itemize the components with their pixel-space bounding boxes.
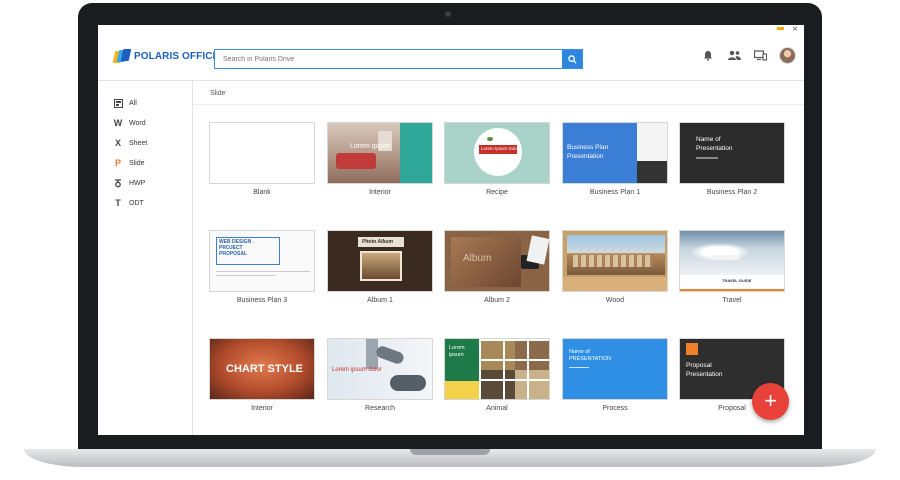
sidebar-item-odt[interactable]: T ODT	[113, 197, 144, 209]
sidebar-item-sheet[interactable]: X Sheet	[113, 137, 147, 149]
logo-text: POLARIS OFFICE	[134, 50, 220, 62]
template-card[interactable]: Blank	[209, 122, 315, 196]
app-logo[interactable]: POLARIS OFFICE	[112, 49, 220, 63]
sidebar-item-all[interactable]: All	[113, 97, 137, 109]
template-thumbnail	[209, 122, 315, 184]
thumb-text: Lorem Ipsum Dolor	[481, 146, 520, 151]
thumb-text: Lorem ipsum dolor	[332, 367, 382, 373]
template-thumbnail	[562, 230, 668, 292]
template-card[interactable]: WEB DESIGN PROJECT PROPOSAL Business Pla…	[209, 230, 315, 304]
template-thumbnail: TRAVEL GUIDE	[679, 230, 785, 292]
template-label: Research	[365, 405, 395, 412]
slide-icon: P	[114, 158, 121, 168]
template-label: Animal	[486, 405, 508, 412]
template-card[interactable]: Name of Presentation Business Plan 2	[679, 122, 785, 196]
template-label: Album 1	[367, 297, 393, 304]
template-thumbnail: Lorem Ipsum Dolor	[444, 122, 550, 184]
sidebar-item-hwp[interactable]: HWP	[113, 177, 145, 189]
add-button[interactable]: +	[752, 383, 789, 420]
template-label: Recipe	[486, 189, 508, 196]
sidebar-item-label: Sheet	[129, 139, 148, 147]
thumb-text: Business Plan Presentation	[567, 144, 609, 160]
thumb-text: Proposal Presentation	[686, 362, 723, 378]
breadcrumb: Slide	[193, 81, 804, 105]
search-icon	[567, 54, 577, 64]
thumb-text: Name of PRESENTATION	[569, 349, 611, 362]
template-card[interactable]: Wood	[562, 230, 668, 304]
template-thumbnail: Business Plan Presentation	[562, 122, 668, 184]
template-card[interactable]: Lorem Ipsum Dolor Recipe	[444, 122, 550, 196]
header-actions	[701, 47, 796, 64]
template-thumbnail: Photo Album	[327, 230, 433, 292]
template-card[interactable]: CHART STYLE Interior	[209, 338, 315, 412]
template-card[interactable]: Photo Album Album 1	[327, 230, 433, 304]
template-label: Wood	[605, 297, 625, 304]
template-thumbnail: CHART STYLE	[209, 338, 315, 400]
sidebar-item-slide[interactable]: P Slide	[113, 157, 145, 169]
sidebar-item-label: Slide	[129, 159, 145, 167]
word-icon: W	[113, 118, 123, 128]
bell-icon[interactable]	[701, 49, 715, 63]
odt-icon: T	[115, 198, 121, 208]
template-label: Travel	[722, 297, 742, 304]
webcam	[445, 11, 451, 17]
search-input[interactable]	[215, 50, 562, 68]
thumb-text: Name of Presentation	[696, 136, 733, 152]
all-docs-icon	[113, 98, 123, 108]
template-label: Interior	[251, 405, 273, 412]
template-thumbnail: Album	[444, 230, 550, 292]
sidebar-item-label: ODT	[129, 199, 144, 207]
devices-icon[interactable]	[753, 49, 767, 63]
template-card[interactable]: Name of PRESENTATION Process	[562, 338, 668, 412]
thumb-text: CHART STYLE	[226, 363, 303, 375]
sidebar-item-word[interactable]: W Word	[113, 117, 146, 129]
close-window-button[interactable]: ×	[792, 25, 798, 35]
sidebar-item-label: HWP	[129, 179, 146, 187]
template-card[interactable]: Lorem ipsum Interior	[327, 122, 433, 196]
template-label: Blank	[253, 189, 271, 196]
thumb-text: WEB DESIGN PROJECT PROPOSAL	[219, 239, 252, 257]
template-label: Album 2	[484, 297, 510, 304]
laptop-notch	[410, 449, 490, 455]
minimize-button[interactable]	[777, 27, 784, 30]
header: × POLARIS OFFICE	[98, 25, 804, 81]
thumb-text: Album	[463, 253, 492, 264]
template-card[interactable]: Business Plan Presentation Business Plan…	[562, 122, 668, 196]
search-bar	[214, 49, 583, 69]
sidebar: All W Word X Sheet P Slide HWP T ODT	[98, 81, 193, 435]
breadcrumb-slide: Slide	[210, 90, 226, 97]
template-thumbnail: Name of Presentation	[679, 122, 785, 184]
thumb-text: Photo Album	[362, 239, 393, 245]
user-avatar[interactable]	[779, 47, 796, 64]
template-label: Interior	[369, 189, 391, 196]
sidebar-item-label: All	[129, 99, 137, 107]
template-thumbnail: WEB DESIGN PROJECT PROPOSAL	[209, 230, 315, 292]
search-button[interactable]	[562, 50, 582, 68]
polaris-logo-icon	[112, 49, 132, 63]
template-label: Business Plan 1	[589, 189, 641, 196]
template-label: Business Plan 3	[236, 297, 288, 304]
template-label: Business Plan 2	[706, 189, 758, 196]
sheet-icon: X	[114, 138, 121, 148]
thumb-text: Lorem ipsum	[350, 143, 391, 150]
template-gallery: Slide Blank Lorem ipsum Interior Lorem I…	[193, 81, 804, 435]
template-thumbnail: Name of PRESENTATION	[562, 338, 668, 400]
template-thumbnail: Lorem ipsum	[327, 122, 433, 184]
app-window: × POLARIS OFFICE Search in Polaris Drive…	[98, 25, 804, 435]
hwp-icon	[113, 178, 123, 188]
template-thumbnail: Lorem ipsum	[444, 338, 550, 400]
thumb-text: Lorem ipsum	[449, 345, 465, 358]
template-card[interactable]: TRAVEL GUIDE Travel	[679, 230, 785, 304]
template-label: Process	[602, 405, 628, 412]
thumb-text: TRAVEL GUIDE	[722, 278, 752, 283]
template-card[interactable]: Lorem ipsum Animal	[444, 338, 550, 412]
template-card[interactable]: Lorem ipsum dolor Research	[327, 338, 433, 412]
template-card[interactable]: Album Album 2	[444, 230, 550, 304]
sidebar-item-label: Word	[129, 119, 146, 127]
laptop-mockup: × POLARIS OFFICE Search in Polaris Drive…	[0, 0, 900, 480]
template-thumbnail: Lorem ipsum dolor	[327, 338, 433, 400]
share-users-icon[interactable]	[727, 49, 741, 63]
